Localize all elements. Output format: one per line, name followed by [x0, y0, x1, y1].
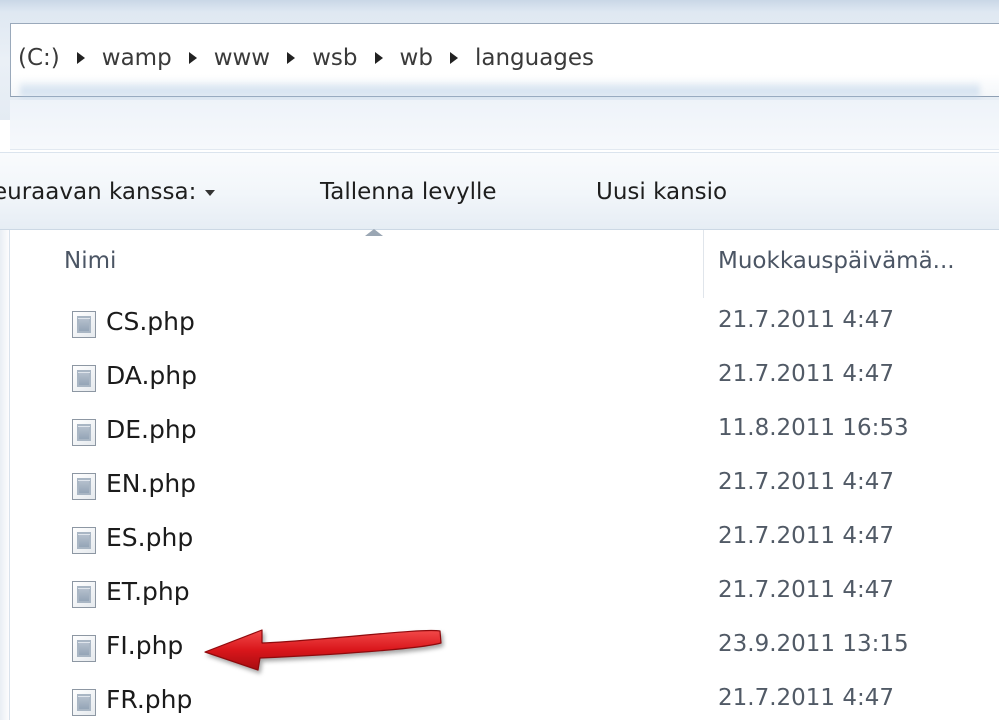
chevron-right-icon[interactable]: [449, 52, 458, 64]
column-header-date-modified[interactable]: Muokkauspäivämä...: [718, 248, 955, 274]
php-file-icon: [72, 527, 96, 554]
file-name: FR.php: [106, 685, 193, 714]
file-row-et[interactable]: ET.php 21.7.2011 4:47: [10, 567, 999, 621]
breadcrumb-item-wb[interactable]: wb: [398, 45, 435, 71]
php-file-icon: [72, 581, 96, 608]
breadcrumb-item-wsb[interactable]: wsb: [310, 45, 359, 71]
php-file-icon: [72, 419, 96, 446]
file-name: DE.php: [106, 415, 197, 444]
menu-bar-area: [10, 100, 999, 150]
command-bar: euraavan kanssa: Tallenna levylle Uusi k…: [0, 152, 999, 230]
file-row-fi[interactable]: FI.php 23.9.2011 13:15: [10, 621, 999, 675]
chevron-right-icon[interactable]: [76, 52, 85, 64]
file-date-modified: 11.8.2011 16:53: [718, 415, 909, 441]
file-date-modified: 23.9.2011 13:15: [718, 631, 909, 657]
chevron-right-icon[interactable]: [374, 52, 383, 64]
file-name: FI.php: [106, 631, 184, 660]
file-row-en[interactable]: EN.php 21.7.2011 4:47: [10, 459, 999, 513]
file-date-modified: 21.7.2011 4:47: [718, 523, 895, 549]
chevron-right-icon[interactable]: [287, 52, 296, 64]
file-name: ET.php: [106, 577, 190, 606]
file-row-da[interactable]: DA.php 21.7.2011 4:47: [10, 351, 999, 405]
file-date-modified: 21.7.2011 4:47: [718, 577, 895, 603]
address-bar-glass: [20, 80, 980, 102]
file-name: ES.php: [106, 523, 194, 552]
breadcrumb-item-www[interactable]: www: [212, 45, 272, 71]
file-row-de[interactable]: DE.php 11.8.2011 16:53: [10, 405, 999, 459]
sort-ascending-icon: [365, 229, 383, 236]
php-file-icon: [72, 473, 96, 500]
file-row-cs[interactable]: CS.php 21.7.2011 4:47: [10, 297, 999, 351]
file-row-es[interactable]: ES.php 21.7.2011 4:47: [10, 513, 999, 567]
column-divider[interactable]: [703, 230, 704, 298]
share-with-button[interactable]: euraavan kanssa:: [0, 175, 300, 209]
php-file-icon: [72, 689, 96, 716]
breadcrumb-item-languages[interactable]: languages: [473, 45, 596, 71]
php-file-icon: [72, 365, 96, 392]
file-name: DA.php: [106, 361, 198, 390]
breadcrumb: (C:) wamp www wsb wb languages: [16, 38, 596, 78]
file-date-modified: 21.7.2011 4:47: [718, 685, 895, 711]
breadcrumb-item-wamp[interactable]: wamp: [100, 45, 174, 71]
column-header-name[interactable]: Nimi: [64, 248, 116, 274]
burn-to-disc-button[interactable]: Tallenna levylle: [320, 175, 497, 209]
navigation-pane-edge[interactable]: [0, 230, 10, 720]
share-with-label: euraavan kanssa:: [0, 179, 197, 205]
file-row-fr[interactable]: FR.php 21.7.2011 4:47: [10, 675, 999, 720]
php-file-icon: [72, 635, 96, 662]
file-date-modified: 21.7.2011 4:47: [718, 361, 895, 387]
breadcrumb-item-drive[interactable]: (C:): [16, 45, 62, 71]
new-folder-button[interactable]: Uusi kansio: [596, 175, 727, 209]
file-date-modified: 21.7.2011 4:47: [718, 469, 895, 495]
file-date-modified: 21.7.2011 4:47: [718, 307, 895, 333]
file-name: CS.php: [106, 307, 195, 336]
chevron-right-icon[interactable]: [188, 52, 197, 64]
php-file-icon: [72, 311, 96, 338]
chevron-down-icon: [205, 189, 216, 196]
file-name: EN.php: [106, 469, 197, 498]
